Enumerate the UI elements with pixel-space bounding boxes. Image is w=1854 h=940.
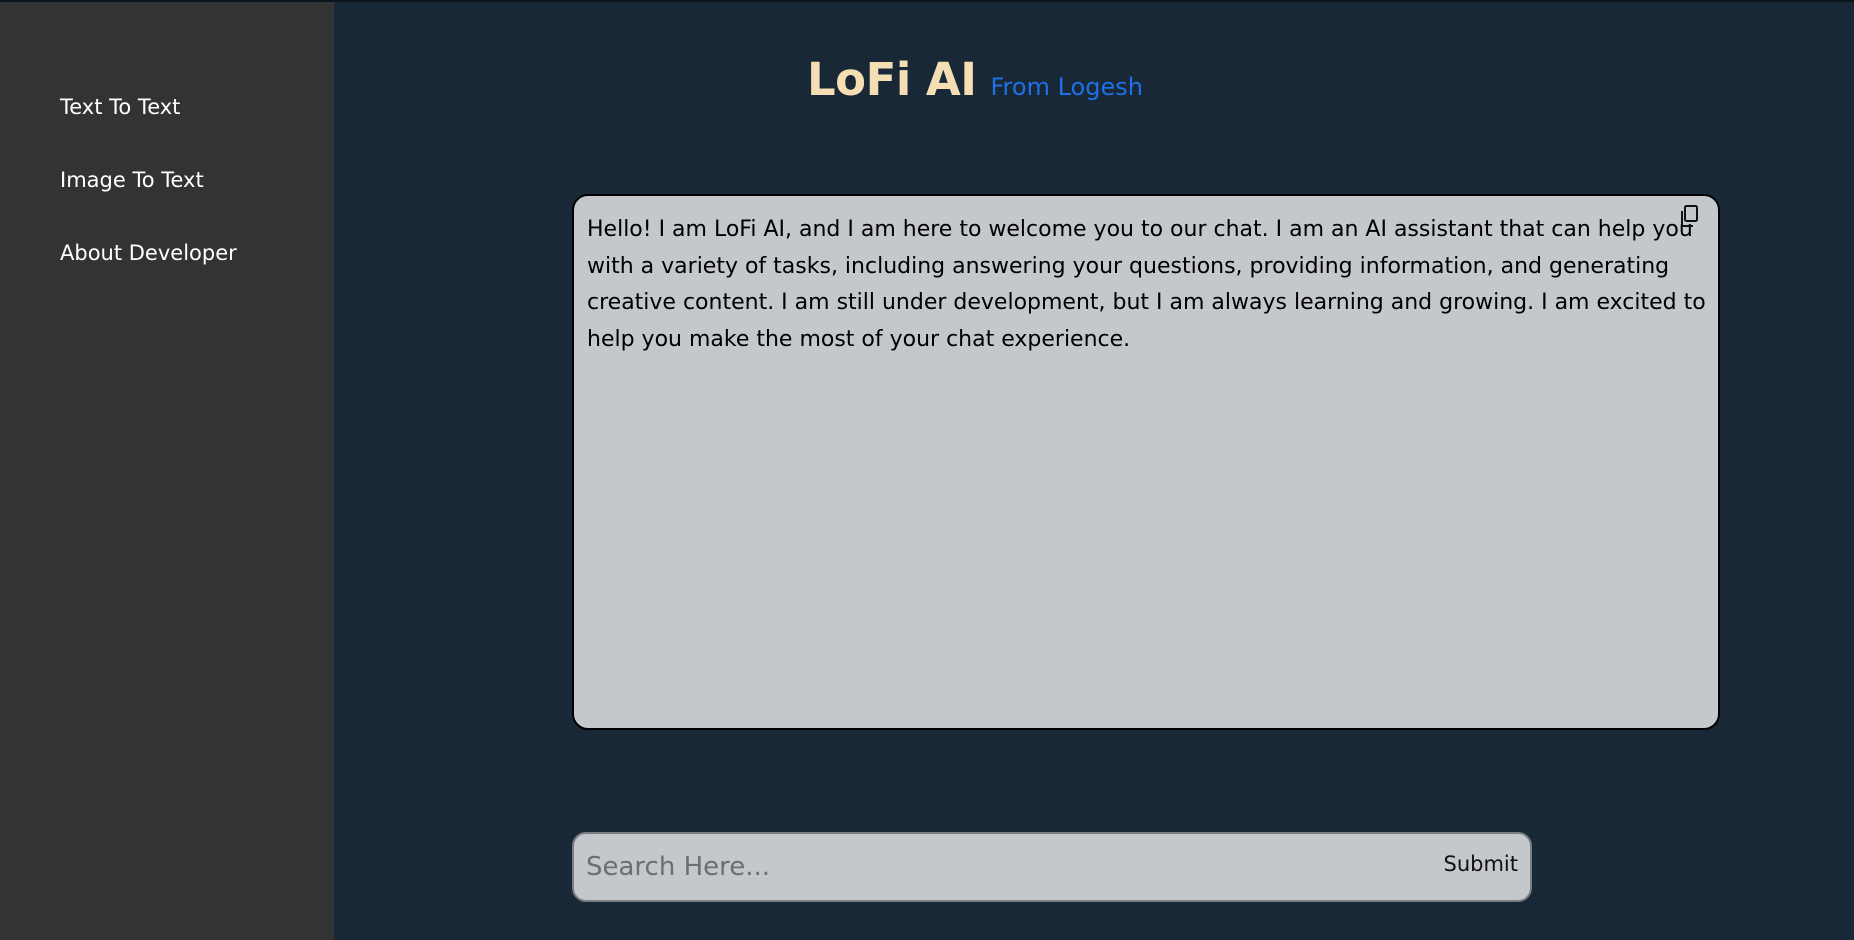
search-bar: Submit [572, 832, 1532, 902]
sidebar-item-image-to-text[interactable]: Image To Text [60, 167, 204, 193]
app-subtitle: From Logesh [990, 73, 1143, 101]
search-input[interactable] [586, 842, 1426, 892]
copy-icon-graphic [1681, 205, 1698, 227]
chat-response-panel: Hello! I am LoFi AI, and I am here to we… [572, 194, 1720, 730]
sidebar-item-text-to-text[interactable]: Text To Text [60, 94, 180, 120]
chat-message-text: Hello! I am LoFi AI, and I am here to we… [587, 217, 1706, 352]
submit-button[interactable]: Submit [1444, 852, 1519, 876]
sidebar: Text To Text Image To Text About Develop… [0, 2, 334, 940]
sidebar-item-about-developer[interactable]: About Developer [60, 240, 237, 266]
brand-header: LoFi AI From Logesh [807, 53, 1143, 107]
app-title: LoFi AI [807, 53, 977, 106]
copy-icon[interactable] [1678, 204, 1700, 228]
